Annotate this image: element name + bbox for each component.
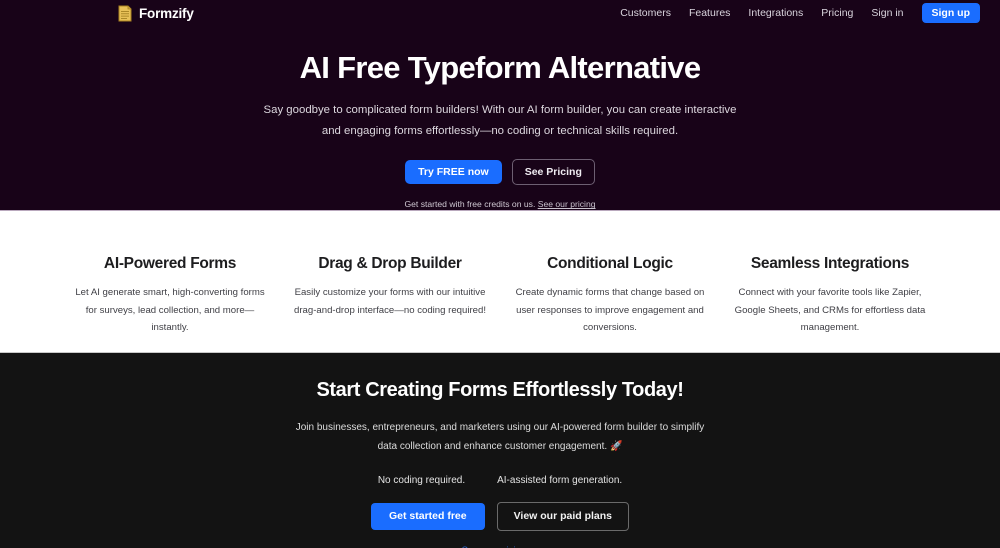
hero-cta-buttons: Try FREE now See Pricing xyxy=(0,158,1000,186)
top-navigation-bar: Formzify Customers Features Integrations… xyxy=(0,0,1000,26)
feature-title: AI-Powered Forms xyxy=(103,255,237,272)
document-page-icon xyxy=(118,5,132,22)
features-section: AI-Powered Forms Let AI generate smart, … xyxy=(0,211,1000,353)
feature-title: Seamless Integrations xyxy=(750,255,910,272)
cta-subtitle: Join businesses, entrepreneurs, and mark… xyxy=(295,422,705,452)
cta-benefits-list: No coding required. AI-assisted form gen… xyxy=(0,475,1000,486)
sign-up-button[interactable]: Sign up xyxy=(921,2,980,24)
feature-description: Connect with your favorite tools like Za… xyxy=(734,287,926,334)
brand-logo[interactable]: Formzify xyxy=(118,5,194,22)
nav-links: Customers Features Integrations Pricing … xyxy=(620,2,980,24)
feature-description: Easily customize your forms with our int… xyxy=(294,287,486,316)
nav-item-sign-in[interactable]: Sign in xyxy=(871,7,903,19)
nav-item-integrations[interactable]: Integrations xyxy=(748,7,803,19)
cta-see-pricing-link[interactable]: See our pricing → xyxy=(462,545,539,548)
view-paid-plans-button[interactable]: View our paid plans xyxy=(496,502,630,531)
nav-item-features[interactable]: Features xyxy=(689,7,730,19)
feature-card-seamless-integrations: Seamless Integrations Connect with your … xyxy=(720,255,940,337)
nav-item-customers[interactable]: Customers xyxy=(620,7,671,19)
feature-description: Create dynamic forms that change based o… xyxy=(515,287,705,334)
hero-note-text: Get started with free credits on us. xyxy=(404,199,536,210)
hero-content: AI Free Typeform Alternative Say goodbye… xyxy=(0,26,1000,209)
cta-title: Start Creating Forms Effortlessly Today! xyxy=(316,379,684,401)
see-pricing-button[interactable]: See Pricing xyxy=(511,158,595,186)
feature-title: Drag & Drop Builder xyxy=(318,255,462,272)
get-started-free-button[interactable]: Get started free xyxy=(370,503,485,530)
feature-title: Conditional Logic xyxy=(547,255,673,272)
hero-note-pricing-link[interactable]: See our pricing xyxy=(538,199,596,209)
hero-free-credits-note: Get started with free credits on us. See… xyxy=(0,199,1000,209)
feature-description: Let AI generate smart, high-converting f… xyxy=(75,287,265,334)
feature-card-drag-drop-builder: Drag & Drop Builder Easily customize you… xyxy=(280,255,500,337)
hero-section: Formzify Customers Features Integrations… xyxy=(0,0,1000,211)
brand-name: Formzify xyxy=(139,5,194,21)
cta-buttons: Get started free View our paid plans xyxy=(0,502,1000,531)
bottom-cta-section: Start Creating Forms Effortlessly Today!… xyxy=(0,353,1000,548)
cta-benefit-ai-assisted: AI-assisted form generation. xyxy=(497,475,623,486)
hero-subtitle: Say goodbye to complicated form builders… xyxy=(263,103,737,137)
features-grid: AI-Powered Forms Let AI generate smart, … xyxy=(60,255,940,337)
feature-card-conditional-logic: Conditional Logic Create dynamic forms t… xyxy=(500,255,720,337)
cta-benefit-no-coding: No coding required. xyxy=(377,475,466,486)
nav-item-pricing[interactable]: Pricing xyxy=(821,7,853,19)
feature-card-ai-powered-forms: AI-Powered Forms Let AI generate smart, … xyxy=(60,255,280,337)
hero-title: AI Free Typeform Alternative xyxy=(299,50,701,85)
landing-page: Formzify Customers Features Integrations… xyxy=(0,0,1000,548)
try-free-now-button[interactable]: Try FREE now xyxy=(405,159,502,185)
